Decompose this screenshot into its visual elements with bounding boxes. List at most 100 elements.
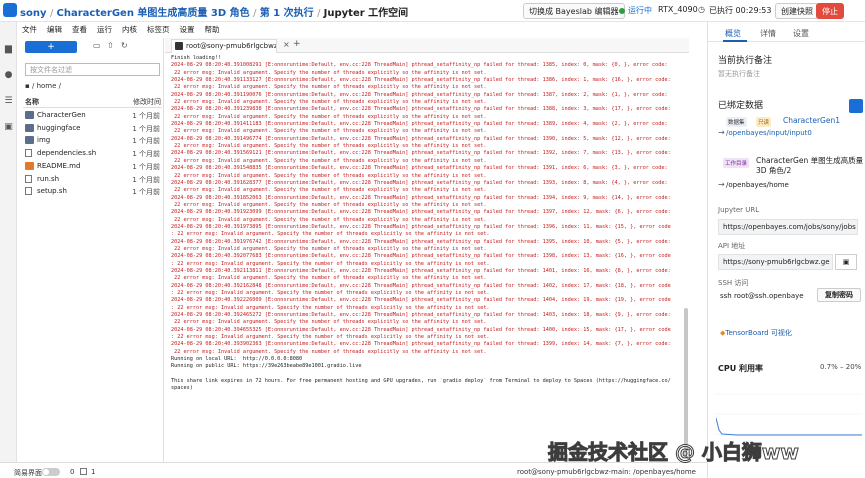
file-row[interactable]: img 1 个月前 [23,135,162,147]
dataset-link[interactable]: CharacterGen1 [783,116,840,125]
file-row[interactable]: run.sh 1 个月前 [23,174,162,186]
tab-settings[interactable]: 设置 [793,28,809,39]
terminal-line: : 22 error msg: Invalid argument. Specif… [171,260,490,267]
menu-edit[interactable]: 编辑 [47,24,62,38]
new-tab-icon[interactable]: + [293,39,301,49]
file-modified: 1 个月前 [132,150,160,159]
terminal-line: spaces) [171,385,193,392]
file-row[interactable]: CharacterGen 1 个月前 [23,110,162,122]
menu-help[interactable]: 帮助 [205,24,220,38]
running-kernels-icon[interactable]: ● [3,70,14,81]
arrow-right-icon: → [718,180,725,189]
file-row[interactable]: README.md 1 个月前 [23,161,162,173]
terminal-line: 2024-08-29 08:20:40.391976742 [E:onnxrun… [171,238,671,245]
ssh-command[interactable]: ssh root@ssh.openbaye [720,292,804,300]
readonly-badge: 只读 [756,117,772,127]
file-modified: 1 个月前 [132,124,160,133]
file-modified: 1 个月前 [132,137,160,146]
terminal-count: 1 [91,468,96,476]
breadcrumb-run[interactable]: 第 1 次执行 [260,8,314,19]
elapsed-time: 已执行 00:29:53 [709,6,772,15]
commands-icon[interactable]: ☰ [3,96,14,107]
tensorboard-link[interactable]: ◆TensorBoard 可视化 [720,328,792,338]
terminal-output[interactable]: Finish loading!! 2024-08-29 08:20:40.3910… [171,55,683,455]
terminal-line: 2024-08-29 08:20:40.392162848 [E:onnxrun… [171,282,671,289]
tabs-icon[interactable]: ▣ [3,122,14,133]
file-modified: 1 个月前 [132,175,160,184]
menu-run[interactable]: 运行 [97,24,112,38]
terminal-line: 2024-08-29 08:20:40.392465272 [E:onnxrun… [171,312,671,319]
breadcrumb-project[interactable]: CharacterGen 单图生成高质量 3D 角色 [57,8,250,19]
current-path[interactable]: ▪ / home / [25,82,61,90]
file-icon [25,174,32,183]
file-name: img [37,136,51,145]
terminal-line: 2024-08-29 08:20:40.392226009 [E:onnxrun… [171,297,671,304]
folder-icon [25,111,34,119]
app-logo-icon[interactable] [3,3,17,17]
menu-tabs[interactable]: 标签页 [147,24,170,38]
jupyter-url-field[interactable]: https://openbayes.com/jobs/sony/jobs [718,219,858,235]
file-row[interactable]: setup.sh 1 个月前 [23,186,162,198]
terminal-line: 22 error msg: Invalid argument. Specify … [171,187,487,194]
create-snapshot-button[interactable]: 创建快照 [775,3,819,19]
folder-icon[interactable]: ▆ [3,44,14,55]
notes-placeholder[interactable]: 暂无执行备注 [718,69,760,79]
workspace-name: CharacterGen 单图生成高质量 3D 角色/2 [756,156,864,175]
upload-icon[interactable]: ⇧ [107,41,114,50]
tab-terminal[interactable]: root@sony-pmub6rlgcbwz-n [171,39,277,53]
active-tab-indicator [723,40,747,42]
menu-view[interactable]: 查看 [72,24,87,38]
terminal-line: 2024-08-29 08:20:40.391569121 [E:onnxrun… [171,150,671,157]
ssh-label: SSH 访问 [718,279,749,287]
notes-title: 当前执行备注 [718,56,773,66]
terminal-line: 22 error msg: Invalid argument. Specify … [171,128,487,135]
activity-bar: ▆ ● ☰ ▣ [0,22,17,478]
terminal-line: 2024-08-29 08:20:40.391628377 [E:onnxrun… [171,179,668,186]
new-folder-icon[interactable]: ▭ [93,41,101,50]
tab-overview[interactable]: 概览 [725,28,741,39]
new-launcher-button[interactable]: + [25,41,77,53]
file-name: huggingface [37,123,81,132]
terminal-line: 2024-08-29 08:20:40.391239838 [E:onnxrun… [171,106,671,113]
filter-input[interactable]: 按文件名过滤 [25,63,160,76]
menu-kernel[interactable]: 内核 [122,24,137,38]
folder-icon [25,123,34,132]
terminal-line: 22 error msg: Invalid argument. Specify … [171,113,487,120]
menu-file[interactable]: 文件 [22,24,37,38]
column-name-header[interactable]: 名称 [25,97,39,107]
tab-bar: root@sony-pmub6rlgcbwz-n × + [165,38,689,53]
tab-details[interactable]: 详情 [760,28,776,39]
close-tab-icon[interactable]: × [283,40,290,49]
kernel-count: 0 [70,468,75,476]
file-row[interactable]: huggingface 1 个月前 [23,123,162,135]
terminal-line: 22 error msg: Invalid argument. Specify … [171,216,487,223]
simple-mode-toggle[interactable] [42,468,60,476]
dataset-path[interactable]: /openbayes/input/input0 [726,129,812,137]
terminal-line: 2024-08-29 08:20:40.391923099 [E:onnxrun… [171,209,671,216]
file-name: setup.sh [37,187,67,196]
clock-icon: ◷ [698,5,705,14]
file-name: README.md [37,161,81,170]
stop-button[interactable]: 停止 [816,3,844,19]
header-divider [23,107,162,108]
breadcrumb: sony / CharacterGen 单图生成高质量 3D 角色 / 第 1 … [20,8,409,19]
refresh-icon[interactable]: ↻ [121,41,128,50]
menu-settings[interactable]: 设置 [180,24,195,38]
file-name: CharacterGen [37,111,86,119]
terminal-line: Finish loading!! [171,55,221,61]
terminal-line: 22 error msg: Invalid argument. Specify … [171,319,487,326]
panel-toggle-icon[interactable] [849,99,863,113]
breadcrumb-user[interactable]: sony [20,8,46,19]
top-bar: sony / CharacterGen 单图生成高质量 3D 角色 / 第 1 … [0,0,865,22]
terminal-path-status: root@sony-pmub6rlgcbwz-main: /openbayes/… [517,468,696,476]
terminal-line: 2024-08-29 08:20:40.392077683 [E:onnxrun… [171,253,671,260]
terminal-line: 22 error msg: Invalid argument. Specify … [171,201,487,208]
file-icon [25,187,32,196]
open-api-icon[interactable]: ▣ [835,254,857,270]
file-row[interactable]: dependencies.sh 1 个月前 [23,148,162,160]
api-url-field[interactable]: https://sony-pmub6rlgcbwz.ge [718,254,833,270]
column-modified-header[interactable]: 修改时间 [133,97,161,107]
copy-password-button[interactable]: 复制密码 [817,288,861,302]
switch-editor-button[interactable]: 切换成 Bayeslab 编辑器 [523,3,625,19]
file-modified: 1 个月前 [132,112,160,120]
